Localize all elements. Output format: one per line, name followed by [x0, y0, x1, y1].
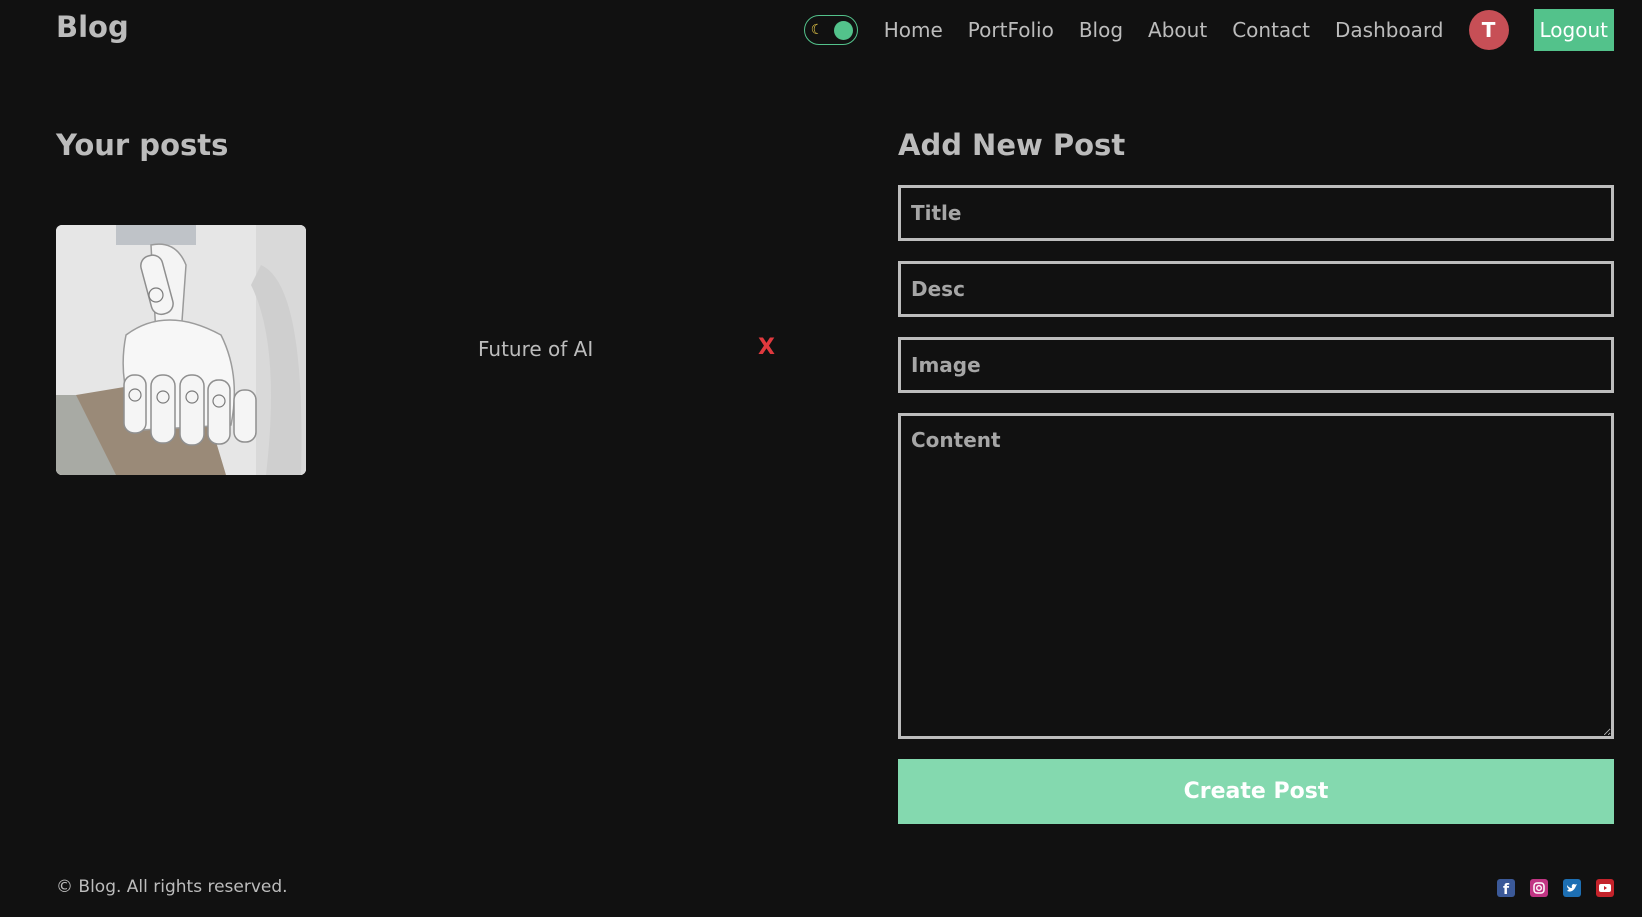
post-title[interactable]: Future of AI	[478, 337, 593, 361]
desc-input[interactable]	[898, 261, 1614, 317]
nav-home[interactable]: Home	[884, 18, 943, 42]
footer-copyright: © Blog. All rights reserved.	[56, 877, 288, 897]
content-textarea[interactable]	[898, 413, 1614, 739]
theme-toggle[interactable]: ☾	[803, 15, 858, 45]
nav-about[interactable]: About	[1148, 18, 1207, 42]
twitter-icon[interactable]	[1563, 879, 1581, 897]
youtube-icon[interactable]	[1596, 879, 1614, 897]
robot-hand-image	[56, 225, 306, 475]
logout-button[interactable]: Logout	[1533, 9, 1614, 51]
toggle-knob	[833, 20, 853, 40]
nav-portfolio[interactable]: PortFolio	[968, 18, 1054, 42]
instagram-icon[interactable]	[1530, 879, 1548, 897]
social-links: f	[1497, 879, 1614, 897]
avatar[interactable]: T	[1468, 10, 1509, 50]
image-input[interactable]	[898, 337, 1614, 393]
dashboard-page: Blog ☾ Home PortFolio Blog About Contact…	[0, 0, 1642, 917]
svg-text:f: f	[1503, 882, 1510, 897]
facebook-icon[interactable]: f	[1497, 879, 1515, 897]
header-nav: ☾ Home PortFolio Blog About Contact Dash…	[803, 9, 1614, 51]
form-heading: Add New Post	[898, 128, 1126, 162]
post-image	[56, 225, 306, 475]
delete-post-button[interactable]: X	[758, 335, 775, 360]
moon-icon: ☾	[810, 22, 824, 38]
site-logo[interactable]: Blog	[56, 10, 129, 44]
post-item: Future of AI X	[56, 225, 796, 475]
nav-blog[interactable]: Blog	[1079, 18, 1123, 42]
posts-heading: Your posts	[56, 128, 229, 162]
create-post-button[interactable]: Create Post	[898, 759, 1614, 824]
nav-dashboard[interactable]: Dashboard	[1335, 18, 1444, 42]
nav-contact[interactable]: Contact	[1232, 18, 1310, 42]
title-input[interactable]	[898, 185, 1614, 241]
